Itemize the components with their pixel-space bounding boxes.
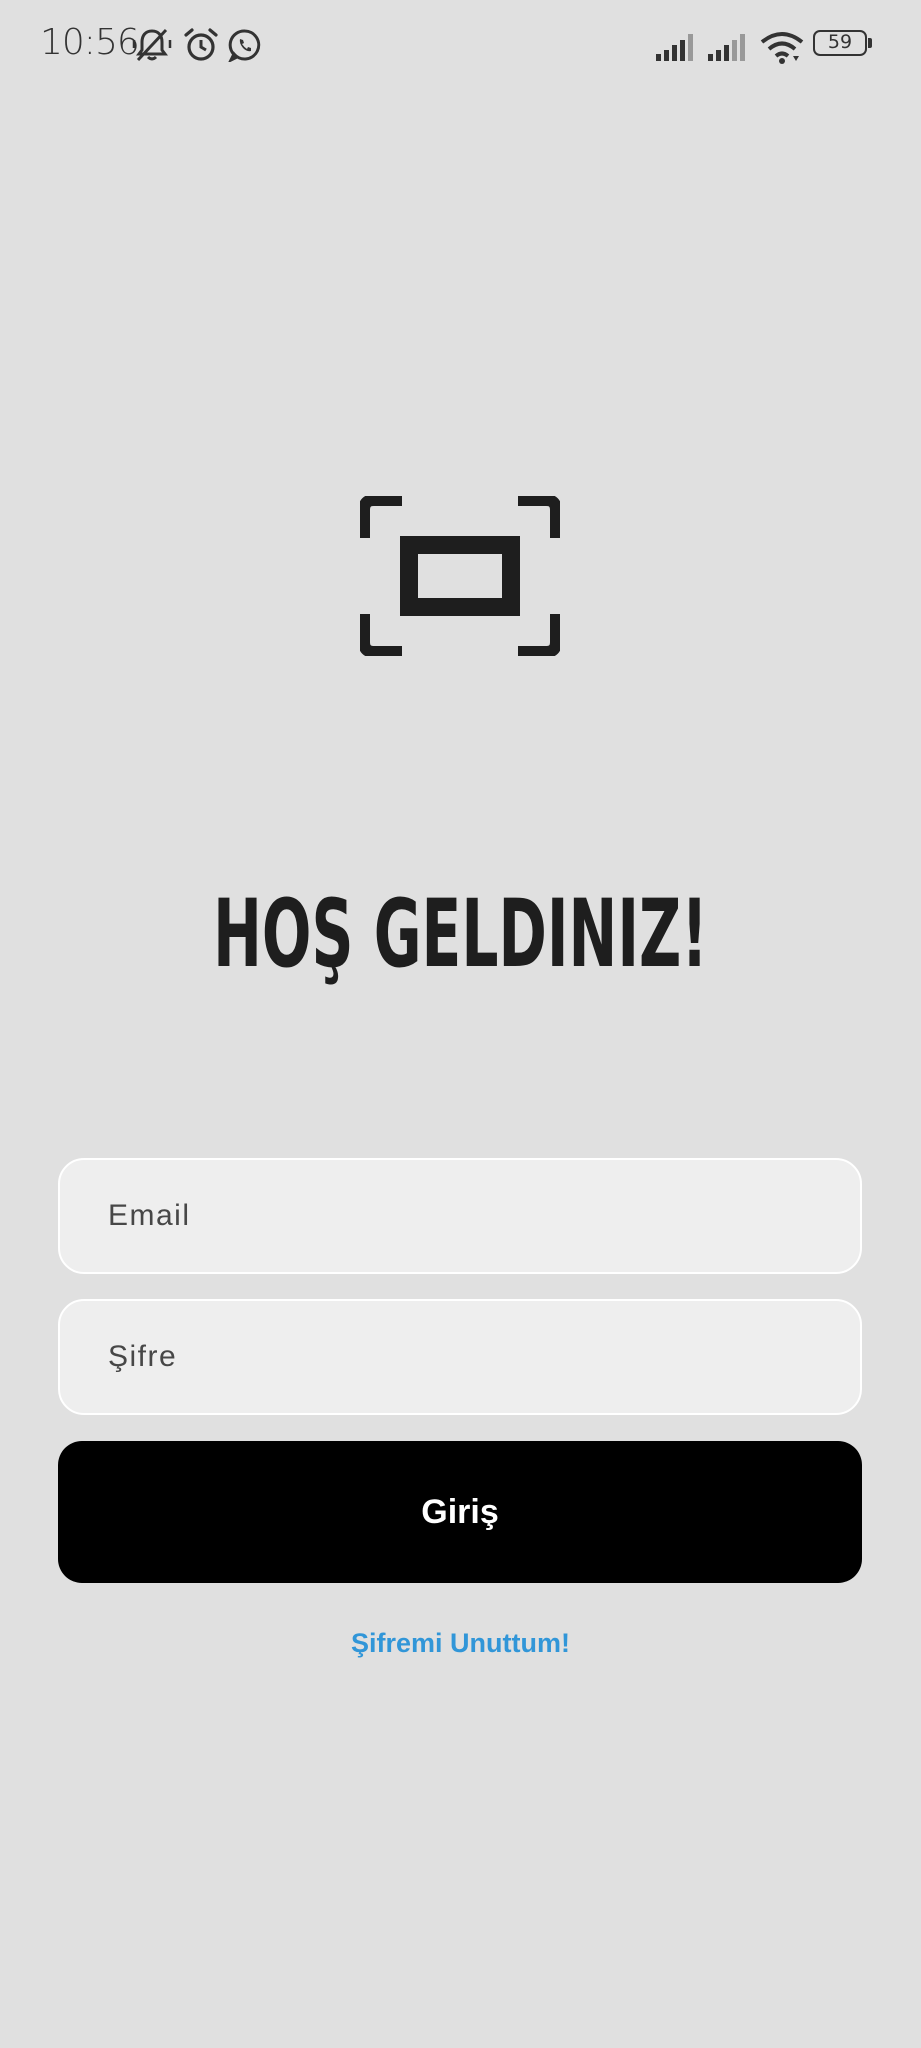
login-button[interactable]: Giriş [58,1441,862,1583]
whatsapp-icon [228,29,261,62]
status-bar: 10:56 59 [0,0,921,92]
wifi-icon [760,32,804,64]
mute-bell-icon [132,28,172,62]
email-field[interactable] [60,1160,860,1272]
signal-icon [656,34,693,61]
password-field-container [58,1299,862,1415]
email-field-container [58,1158,862,1274]
password-field[interactable] [60,1301,860,1413]
signal-icon [708,34,745,61]
battery-icon: 59 [813,30,867,56]
welcome-title: HOŞ GELDINIZ! [213,880,708,989]
alarm-icon [184,28,218,61]
scan-frame-icon [360,496,560,656]
forgot-password-link[interactable]: Şifremi Unuttum! [0,1628,921,1659]
status-time: 10:56 [40,22,140,63]
battery-level: 59 [827,31,853,53]
battery-tip [868,38,872,48]
